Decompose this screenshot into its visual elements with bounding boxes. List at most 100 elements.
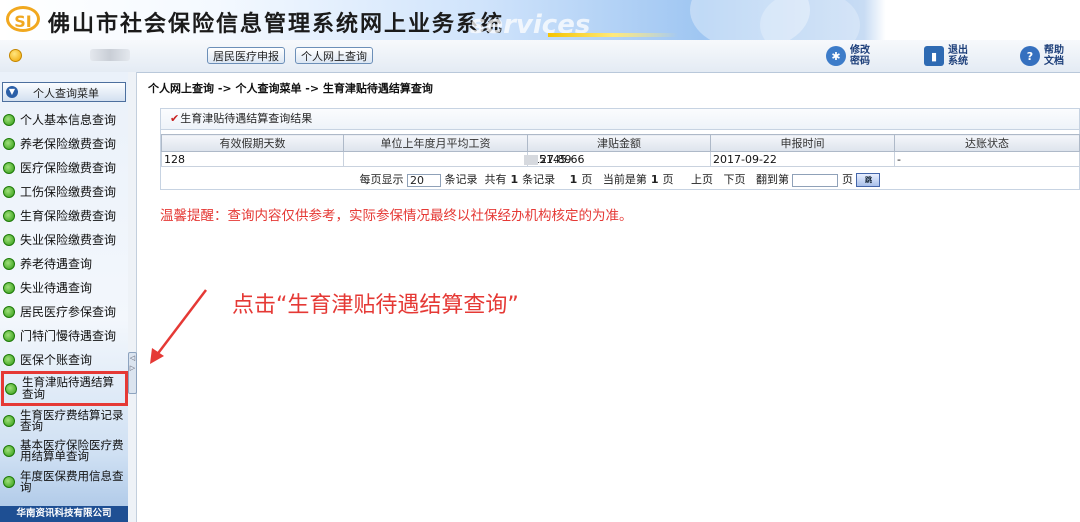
sidebar-item-label: 医保个账查询 [20, 353, 93, 367]
sidebar-item-resident-medical[interactable]: 居民医疗参保查询 [2, 304, 128, 320]
jump-unit: 页 [841, 173, 853, 186]
per-page-input[interactable]: 20 [407, 173, 442, 187]
green-bullet-icon [3, 234, 15, 246]
green-bullet-icon [3, 476, 15, 488]
exit-system-label: 退出系统 [948, 45, 968, 67]
column-header: 单位上年度月平均工资 [343, 134, 528, 152]
sidebar-splitter[interactable]: ◁ ▷ [128, 72, 137, 522]
pages-unit: 页 [581, 173, 593, 186]
annotation-arrow-icon [150, 289, 207, 364]
sidebar-item-unemployment-benefit[interactable]: 失业待遇查询 [2, 280, 128, 296]
change-password-button[interactable]: ✱ 修改密码 [826, 44, 874, 68]
help-document-label: 帮助文档 [1044, 45, 1064, 67]
current-page: 1 [650, 173, 659, 186]
sidebar-item-label: 居民医疗参保查询 [20, 305, 117, 319]
sidebar-item-injury-payment[interactable]: 工伤保险缴费查询 [2, 184, 128, 200]
exit-system-button[interactable]: ▮ 退出系统 [924, 44, 972, 68]
total-prefix: 共有 [484, 173, 507, 186]
help-document-button[interactable]: ? 帮助文档 [1020, 44, 1068, 68]
change-password-label: 修改密码 [850, 45, 870, 67]
sidebar-item-label: 失业待遇查询 [20, 281, 93, 295]
next-page-link[interactable]: 下页 [723, 173, 745, 186]
sidebar-item-maternity-allowance[interactable]: 生育津贴待遇结算查询 [1, 371, 128, 406]
per-page-unit: 条记录 [444, 173, 478, 186]
sidebar-item-medical-settlement[interactable]: 基本医疗保险医疗费用结算单查询 [2, 437, 128, 465]
sidebar-item-maternity-payment[interactable]: 生育保险缴费查询 [2, 208, 128, 224]
column-header: 申报时间 [710, 134, 895, 152]
social-insurance-logo-icon: SI [6, 6, 40, 32]
green-bullet-icon [5, 382, 17, 395]
result-table: 有效假期天数 单位上年度月平均工资 津贴金额 申报时间 达账状态 128 127… [161, 134, 1080, 167]
sidebar-item-label: 生育医疗费结算记录查询 [20, 407, 124, 433]
personal-online-query-button[interactable]: 个人网上查询 [295, 47, 373, 64]
collapse-icon: ▼ [6, 86, 18, 98]
key-icon: ✱ [826, 46, 846, 66]
warm-reminder-notice: 温馨提醒：查询内容仅供参考，实际参保情况最终以社保经办机构核定的为准。 [160, 208, 633, 224]
sidebar-item-special-chronic[interactable]: 门特门慢待遇查询 [2, 328, 128, 344]
green-bullet-icon [3, 445, 15, 457]
per-page-label: 每页显示 [359, 173, 404, 186]
total-records: 1 [510, 173, 519, 186]
sidebar-item-pension-payment[interactable]: 养老保险缴费查询 [2, 136, 128, 152]
total-pages: 1 [569, 173, 578, 186]
green-bullet-icon [3, 306, 15, 318]
sidebar-item-label: 生育保险缴费查询 [20, 209, 117, 223]
column-header: 达账状态 [894, 134, 1080, 152]
user-icon [9, 49, 22, 62]
sidebar-item-pension-benefit[interactable]: 养老待遇查询 [2, 256, 128, 272]
green-bullet-icon [3, 138, 15, 150]
table-cell: 2017-09-22 [710, 151, 895, 167]
collapse-sidebar-icon[interactable]: ◁ ▷ [128, 352, 137, 394]
resident-medical-declare-button[interactable]: 居民医疗申报 [207, 47, 285, 64]
result-title-text: 生育津贴待遇结算查询结果 [180, 112, 313, 125]
check-mark-icon: ✔ [170, 112, 180, 125]
go-button[interactable]: 跳 [856, 173, 881, 187]
sidebar-item-label: 门特门慢待遇查询 [20, 329, 117, 343]
prev-page-link[interactable]: 上页 [691, 173, 713, 186]
sidebar-item-label: 失业保险缴费查询 [20, 233, 117, 247]
sidebar-item-label: 生育津贴待遇结算查询 [22, 375, 114, 401]
sidebar-item-annual-medical-cost[interactable]: 年度医保费用信息查询 [2, 468, 128, 496]
column-header: 有效假期天数 [161, 134, 344, 152]
sidebar-item-label: 个人基本信息查询 [20, 113, 117, 127]
column-header: 津贴金额 [527, 134, 711, 152]
result-panel: ✔生育津贴待遇结算查询结果 有效假期天数 单位上年度月平均工资 津贴金额 申报时… [160, 108, 1080, 190]
table-cell: 127.89 [343, 151, 572, 167]
sidebar-item-label: 基本医疗保险医疗费用结算单查询 [20, 437, 124, 463]
top-toolbar: 居民医疗申报 个人网上查询 ✱ 修改密码 ▮ 退出系统 ? 帮助文档 [0, 40, 1080, 73]
system-title: 佛山市社会保险信息管理系统网上业务系统 [48, 12, 505, 37]
user-name-masked [90, 49, 130, 61]
sidebar-item-label: 养老保险缴费查询 [20, 137, 117, 151]
header-banner: SI 佛山市社会保险信息管理系统网上业务系统 services [0, 0, 1080, 40]
sidebar-item-maternity-medical[interactable]: 生育医疗费结算记录查询 [2, 407, 128, 435]
table-cell: 5145.66 [527, 151, 711, 167]
personal-query-menu-header[interactable]: ▼ 个人查询菜单 [2, 82, 126, 102]
jump-prefix: 翻到第 [755, 173, 789, 186]
green-bullet-icon [3, 415, 15, 427]
green-bullet-icon [3, 210, 15, 222]
breadcrumb: 个人网上查询 -> 个人查询菜单 -> 生育津贴待遇结算查询 [148, 82, 433, 95]
total-unit: 条记录 [522, 173, 556, 186]
green-bullet-icon [3, 282, 15, 294]
sidebar-item-label: 年度医保费用信息查询 [20, 468, 124, 494]
jump-page-input[interactable] [792, 173, 839, 187]
sidebar-item-unemployment-payment[interactable]: 失业保险缴费查询 [2, 232, 128, 248]
masked-value [530, 154, 538, 165]
green-bullet-icon [3, 258, 15, 270]
menu-title: 个人查询菜单 [33, 87, 99, 100]
current-unit: 页 [662, 173, 674, 186]
table-cell: 128 [161, 151, 344, 167]
green-bullet-icon [3, 186, 15, 198]
annotation-instruction: 点击“生育津贴待遇结算查询” [232, 293, 519, 318]
green-bullet-icon [3, 330, 15, 342]
table-cell: - [894, 151, 1080, 167]
sidebar-item-medical-payment[interactable]: 医疗保险缴费查询 [2, 160, 128, 176]
table-row: 128 127.89 5145.66 2017-09-22 - [161, 151, 1080, 167]
sidebar-item-personal-info[interactable]: 个人基本信息查询 [2, 112, 128, 128]
sidebar-item-medical-account[interactable]: 医保个账查询 [2, 352, 128, 368]
green-bullet-icon [3, 114, 15, 126]
table-header-row: 有效假期天数 单位上年度月平均工资 津贴金额 申报时间 达账状态 [161, 134, 1080, 152]
green-bullet-icon [3, 354, 15, 366]
help-icon: ? [1020, 46, 1040, 66]
current-prefix: 当前是第 [602, 173, 647, 186]
